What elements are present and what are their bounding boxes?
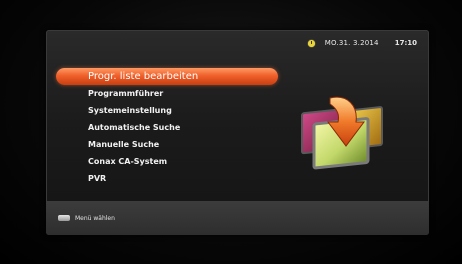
ok-key-icon <box>58 215 70 221</box>
menu-item-pvr[interactable]: PVR <box>56 170 278 187</box>
date-label: MO.31. 3.2014 <box>324 39 379 47</box>
footer-hint-label: Menü wählen <box>75 214 115 222</box>
time-label: 17:10 <box>394 39 417 47</box>
menu-item-label: Systemeinstellung <box>88 106 172 115</box>
menu-item-manual-search[interactable]: Manuelle Suche <box>56 136 278 153</box>
menu-item-label: Automatische Suche <box>88 123 181 132</box>
menu-item-label: Progr. liste bearbeiten <box>88 71 199 82</box>
menu-item-system-settings[interactable]: Systemeinstellung <box>56 102 278 119</box>
menu-item-label: Conax CA-System <box>88 157 168 166</box>
menu-item-auto-search[interactable]: Automatische Suche <box>56 119 278 136</box>
menu-item-label: Manuelle Suche <box>88 140 160 149</box>
menu-item-label: PVR <box>88 174 107 183</box>
tv-frame: MO.31. 3.2014 17:10 Progr. liste bearbei… <box>0 0 462 264</box>
menu-item-edit-program-list[interactable]: Progr. liste bearbeiten <box>56 68 278 85</box>
menu-screen: MO.31. 3.2014 17:10 Progr. liste bearbei… <box>46 30 429 235</box>
menu-item-program-guide[interactable]: Programmführer <box>56 85 278 102</box>
footer-hint-bar: Menü wählen <box>46 201 429 235</box>
menu-item-conax-ca-system[interactable]: Conax CA-System <box>56 153 278 170</box>
clock-icon <box>307 39 315 47</box>
main-menu: Progr. liste bearbeiten Programmführer S… <box>56 68 278 187</box>
menu-item-label: Programmführer <box>88 89 164 98</box>
status-bar: MO.31. 3.2014 17:10 <box>46 30 429 56</box>
program-list-edit-icon <box>296 92 392 182</box>
